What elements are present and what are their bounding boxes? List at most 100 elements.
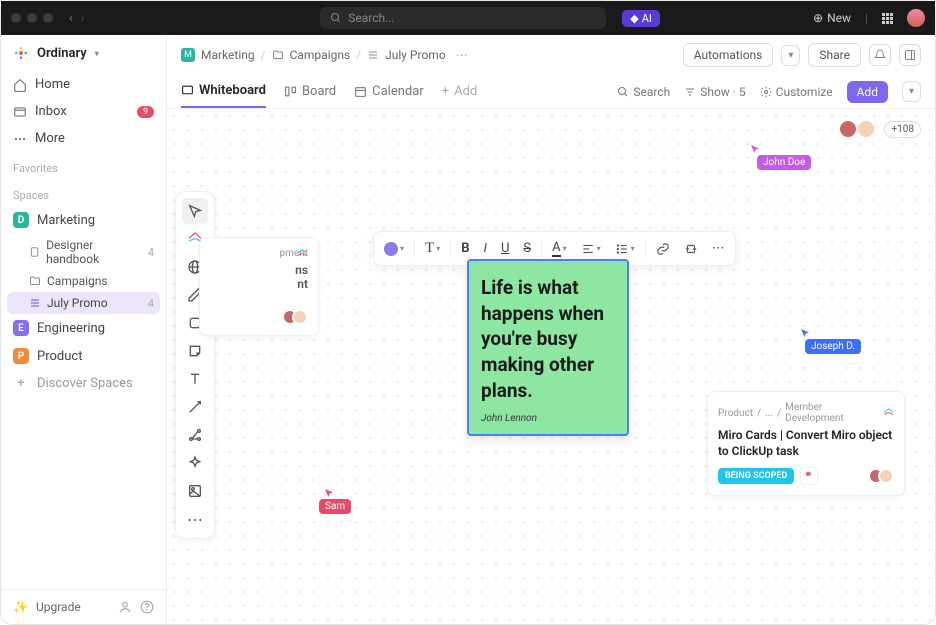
convert-button[interactable]	[678, 238, 704, 260]
whiteboard-canvas[interactable]: +108 ⋯ pment ns	[167, 109, 935, 624]
tab-whiteboard[interactable]: Whiteboard	[181, 75, 266, 108]
bell-icon[interactable]	[869, 44, 891, 66]
bc-more-icon[interactable]: ⋯	[456, 48, 468, 62]
automations-button[interactable]: Automations	[683, 43, 774, 67]
sticky-tool[interactable]	[182, 338, 208, 364]
list-button[interactable]: ▾	[609, 238, 641, 260]
bold-button[interactable]: B	[455, 237, 475, 260]
strike-button[interactable]: S	[517, 237, 537, 260]
avatar[interactable]	[838, 119, 858, 139]
customize-action[interactable]: Customize	[760, 85, 833, 99]
new-button[interactable]: ⊕ New	[813, 11, 851, 25]
cursor-icon	[799, 327, 811, 339]
search-icon	[330, 12, 342, 24]
task-card-partial[interactable]: pment ns nt	[199, 237, 319, 336]
avatar[interactable]	[856, 119, 876, 139]
sidebar-item-july-promo[interactable]: July Promo 4	[7, 292, 160, 314]
board-icon	[284, 85, 297, 98]
task-title: Miro Cards | Convert Miro object to Clic…	[718, 428, 894, 459]
task-card[interactable]: Product/ .../ Member Development Miro Ca…	[707, 391, 905, 496]
align-button[interactable]: ▾	[575, 238, 607, 260]
nav-home[interactable]: Home	[1, 71, 166, 98]
cursor-joseph: Joseph D.	[805, 339, 861, 354]
collab-more[interactable]: +108	[884, 121, 921, 138]
cursor-icon	[323, 487, 335, 499]
nav-arrows: ‹ ›	[69, 11, 84, 25]
workspace-switcher[interactable]: Ordinary ▾	[1, 35, 166, 71]
bc-space[interactable]: Marketing	[201, 48, 255, 62]
spaces-label: Spaces	[1, 179, 166, 206]
user-icon[interactable]	[118, 600, 132, 614]
space-product[interactable]: P Product	[1, 342, 166, 370]
font-style[interactable]: T▾	[419, 236, 446, 261]
sparkle-icon: ✨	[13, 600, 28, 614]
tab-calendar[interactable]: Calendar	[354, 76, 424, 107]
space-marketing[interactable]: D Marketing	[1, 206, 166, 234]
search-input[interactable]: Search...	[320, 7, 606, 29]
show-action[interactable]: Show · 5	[684, 85, 745, 99]
sticky-note[interactable]: Life is what happens when you're busy ma…	[467, 259, 629, 436]
fill-color[interactable]: ▾	[378, 238, 410, 260]
inbox-badge: 9	[137, 106, 154, 118]
upgrade-button[interactable]: Upgrade	[36, 600, 81, 614]
tab-add[interactable]: + Add	[442, 76, 478, 107]
sidebar-item-campaigns[interactable]: Campaigns	[1, 270, 166, 292]
avatar[interactable]	[907, 9, 925, 27]
sidebar-item-designer-handbook[interactable]: Designer handbook 4	[1, 234, 166, 270]
search-icon	[617, 86, 629, 98]
bc-folder[interactable]: Campaigns	[290, 48, 351, 62]
underline-button[interactable]: U	[495, 237, 515, 260]
space-badge: M	[181, 48, 195, 62]
image-tool[interactable]	[182, 478, 208, 504]
nav-inbox[interactable]: Inbox 9	[1, 98, 166, 125]
tab-board[interactable]: Board	[284, 76, 336, 107]
whiteboard-icon	[181, 84, 194, 97]
link-button[interactable]	[650, 238, 676, 260]
panel-icon[interactable]	[899, 44, 921, 66]
ai-tool[interactable]	[182, 450, 208, 476]
bc-list[interactable]: July Promo	[385, 48, 446, 62]
doc-icon	[29, 246, 40, 258]
space-engineering[interactable]: E Engineering	[1, 314, 166, 342]
cursor-sam: Sam	[319, 499, 351, 514]
search-placeholder: Search...	[348, 11, 394, 25]
add-chevron[interactable]: ▾	[902, 81, 921, 102]
help-icon[interactable]	[140, 600, 154, 614]
titlebar: ‹ › Search... ◆ AI ⊕ New |	[1, 1, 935, 35]
collaborators-bar: +108	[844, 119, 921, 139]
tabs-bar: Whiteboard Board Calendar + Add Search	[167, 75, 935, 109]
content: M Marketing / Campaigns / July Promo ⋯ A…	[167, 35, 935, 624]
discover-spaces[interactable]: + Discover Spaces	[1, 370, 166, 397]
chevron-down-icon: ▾	[95, 49, 99, 58]
window-controls[interactable]	[11, 13, 53, 23]
sidebar-footer: ✨ Upgrade	[1, 589, 166, 624]
add-button[interactable]: Add	[847, 81, 888, 103]
nav-forward-icon[interactable]: ›	[81, 11, 85, 25]
space-badge: D	[13, 212, 29, 228]
more-icon	[13, 132, 27, 146]
automations-chevron[interactable]: ▾	[781, 45, 800, 66]
link-tool[interactable]	[182, 422, 208, 448]
list-icon	[29, 297, 41, 309]
text-color[interactable]: A▾	[546, 236, 573, 261]
connector-tool[interactable]	[182, 394, 208, 420]
share-button[interactable]: Share	[808, 43, 861, 67]
space-badge: P	[13, 348, 29, 364]
nav-back-icon[interactable]: ‹	[69, 11, 73, 25]
text-tool[interactable]	[182, 366, 208, 392]
list-icon	[367, 49, 379, 61]
apps-icon[interactable]	[882, 13, 893, 24]
cursor-john: John Doe	[757, 155, 811, 170]
more-format[interactable]: ⋯	[706, 237, 731, 260]
ai-button[interactable]: ◆ AI	[622, 10, 660, 27]
nav-more[interactable]: More	[1, 125, 166, 152]
clickup-icon	[883, 407, 894, 419]
more-tools[interactable]: ⋯	[182, 506, 208, 532]
quote-text: Life is what happens when you're busy ma…	[481, 275, 615, 403]
search-action[interactable]: Search	[617, 85, 670, 99]
italic-button[interactable]: I	[478, 237, 493, 260]
home-icon	[13, 78, 27, 92]
flag-icon[interactable]	[800, 467, 818, 485]
gear-icon	[760, 86, 772, 98]
pointer-tool[interactable]	[182, 198, 208, 224]
